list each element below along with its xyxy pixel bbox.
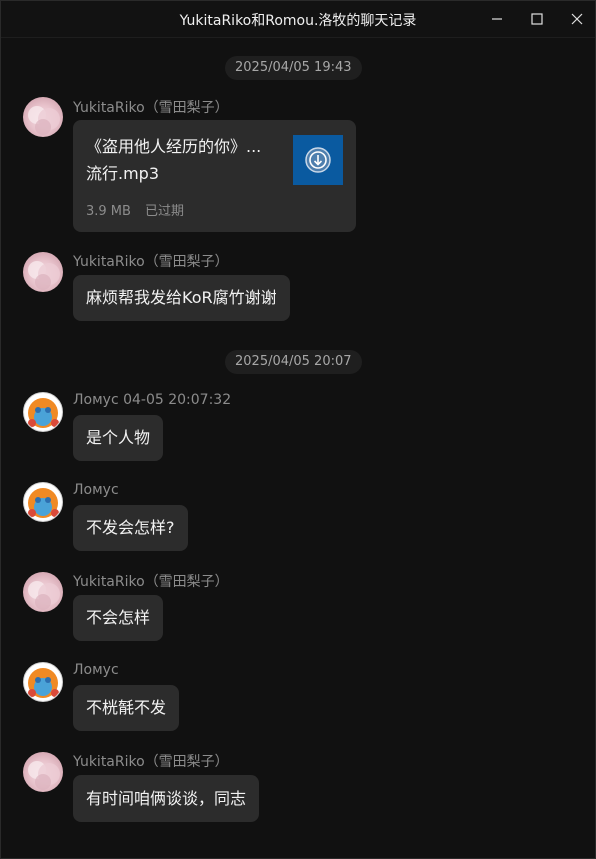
avatar[interactable] [23,482,63,522]
sender-name: YukitaRiko（雪田梨子） [73,254,229,270]
avatar-image [28,398,59,428]
avatar[interactable] [23,752,63,792]
close-icon [571,13,583,25]
message-bubble[interactable]: 不发会怎样? [73,505,188,551]
avatar[interactable] [23,572,63,612]
file-meta: 3.9 MB 已过期 [86,200,184,219]
message-bubble[interactable]: 不桄毻不发 [73,685,180,731]
sender-name: Ломус [73,662,119,678]
close-button[interactable] [565,7,589,31]
message-bubble[interactable]: 是个人物 [73,415,164,461]
sender-name: Ломус [73,482,119,498]
sender-name: Ломус 04-05 20:07:32 [73,392,232,408]
avatar-image [28,581,60,610]
message-bubble[interactable]: 不会怎样 [73,595,164,641]
title-bar[interactable]: YukitaRiko和Romou.洛牧的聊天记录 [1,1,595,38]
timestamp-divider: 2025/04/05 20:07 [225,350,362,374]
avatar[interactable] [23,662,63,702]
file-name: 《盗用他人经历的你》... 流行.mp3 [86,137,262,183]
sender-name: YukitaRiko（雪田梨子） [73,100,229,116]
message-bubble[interactable]: 麻烦帮我发给KoR腐竹谢谢 [73,275,290,321]
avatar-image [28,488,59,518]
sender-name: YukitaRiko（雪田梨子） [73,574,229,590]
file-message-card[interactable]: 《盗用他人经历的你》... 流行.mp3 3.9 MB 已过期 [73,120,356,232]
avatar-image [28,761,60,790]
avatar[interactable] [23,252,63,292]
download-icon[interactable] [293,135,343,185]
file-size: 3.9 MB [86,204,131,219]
avatar-image [28,261,60,290]
maximize-button[interactable] [525,7,549,31]
message-bubble[interactable]: 有时间咱俩谈谈，同志 [73,775,260,822]
message-list[interactable]: 2025/04/05 19:43 YukitaRiko（雪田梨子） 《盗用他人经… [1,38,595,858]
minimize-icon [492,18,502,20]
avatar[interactable] [23,97,63,137]
chat-history-window: YukitaRiko和Romou.洛牧的聊天记录 2025/04/05 19:4… [0,0,596,859]
file-status: 已过期 [144,204,184,219]
avatar[interactable] [23,392,63,432]
avatar-image [28,668,59,698]
sender-name: YukitaRiko（雪田梨子） [73,754,229,770]
minimize-button[interactable] [485,7,509,31]
maximize-icon [531,13,543,25]
avatar-image [28,106,60,135]
timestamp-divider: 2025/04/05 19:43 [225,56,362,80]
